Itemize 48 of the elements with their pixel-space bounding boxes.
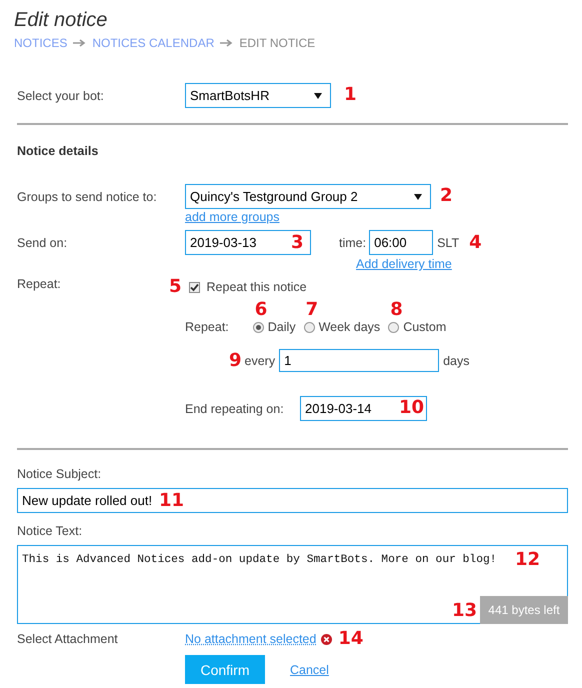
callout-number: 14 [338, 629, 364, 649]
unit-label: days [443, 354, 470, 368]
callout-number: 10 [399, 398, 424, 418]
bot-dropdown[interactable]: SmartBotsHR [185, 83, 331, 108]
caret-icon [414, 194, 422, 200]
callout-number: 13 [452, 601, 477, 621]
page-title: Edit notice [14, 8, 108, 33]
section-heading: Notice details [17, 144, 100, 158]
callout-number: 4 [469, 233, 482, 253]
radio-button[interactable] [252, 322, 264, 332]
radio-label: Custom [403, 320, 446, 334]
time-field[interactable]: 06:00 [369, 230, 434, 255]
remove-icon[interactable] [321, 634, 332, 644]
field-label: Select Attachment [17, 632, 119, 646]
radio-label: Week days [318, 320, 380, 334]
arrow-icon [73, 39, 86, 47]
field-label: Notice Subject: [17, 467, 102, 481]
field-label: Send on: [17, 235, 68, 250]
checkbox[interactable] [188, 282, 200, 292]
callout-number: 8 [390, 300, 403, 320]
unit-label: SLT [437, 236, 460, 250]
interval-field[interactable]: 1 [279, 349, 440, 372]
radio-button[interactable] [388, 322, 400, 332]
field-label: time: [339, 236, 366, 250]
callout-number: 7 [306, 300, 318, 320]
field-label: End repeating on: [185, 402, 285, 416]
callout-number: 3 [291, 233, 304, 253]
callout-number: 6 [254, 300, 268, 320]
radio-label: Daily [268, 320, 296, 334]
field-label: Groups to send notice to: [17, 189, 158, 204]
field-label: Select your bot: [17, 88, 105, 103]
arrow-icon [220, 39, 234, 47]
field-label: Notice Text: [17, 524, 84, 538]
field-label: Repeat: [185, 320, 229, 334]
checkbox-label: Repeat this notice [206, 280, 307, 294]
field-label: every [244, 354, 276, 368]
callout-number: 5 [169, 277, 182, 297]
radio-button[interactable] [304, 322, 315, 332]
field-label: Repeat: [17, 277, 62, 291]
caret-icon [314, 92, 322, 98]
breadcrumb-current: EDIT NOTICE [239, 36, 316, 50]
callout-number: 2 [440, 186, 453, 206]
callout-number: 9 [229, 350, 242, 370]
bytes-left-badge: 441 bytes left [480, 596, 568, 624]
groups-dropdown[interactable]: Quincy's Testground Group 2 [185, 184, 431, 209]
callout-number: 12 [515, 550, 540, 570]
callout-number: 1 [344, 85, 357, 105]
callout-number: 11 [159, 491, 184, 511]
